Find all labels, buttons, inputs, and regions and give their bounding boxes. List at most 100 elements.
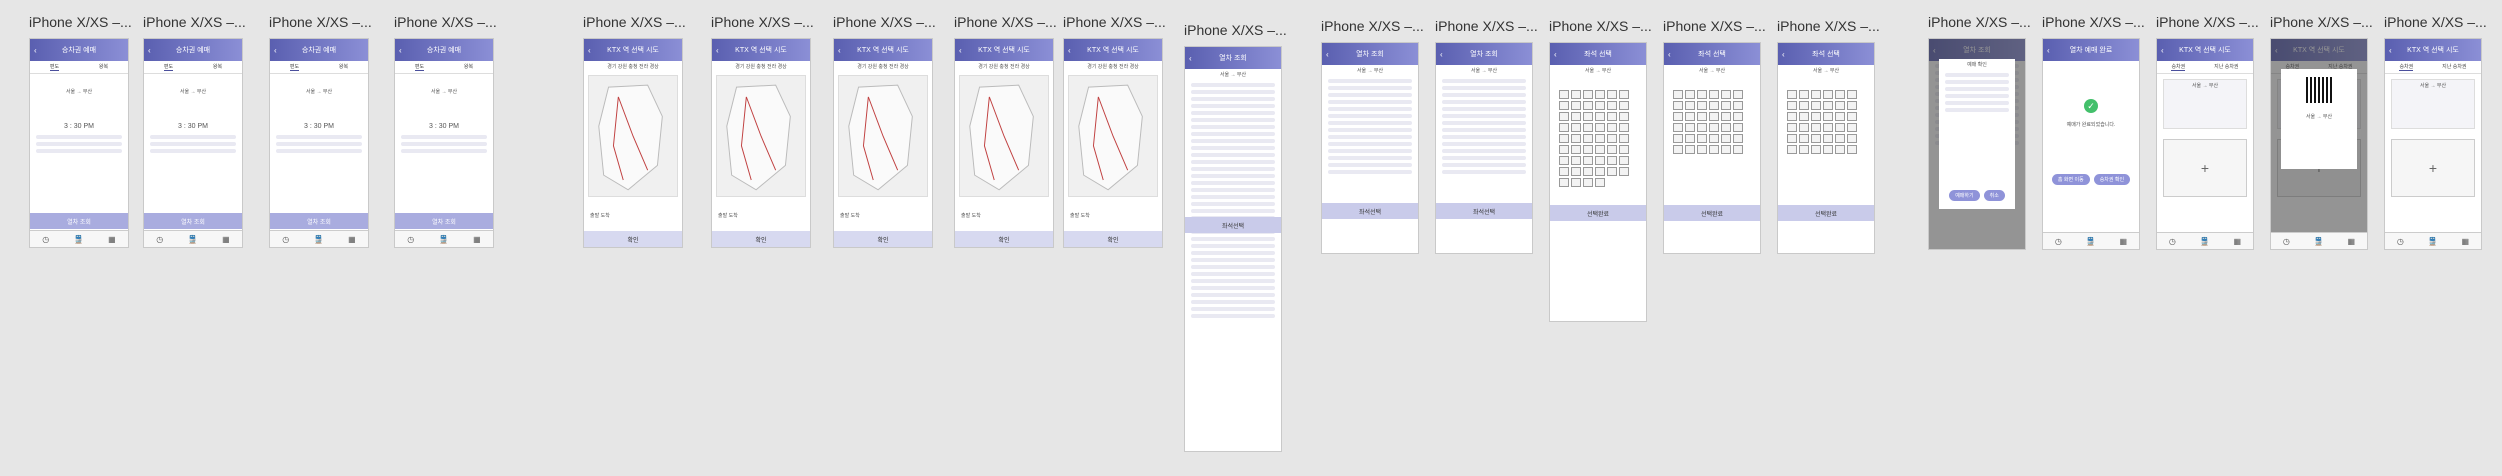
seat[interactable] [1619, 134, 1629, 143]
tab-tickets[interactable]: 승차권 [2171, 63, 2186, 71]
train-row[interactable] [1328, 149, 1412, 153]
train-row[interactable] [1191, 279, 1275, 283]
seat[interactable] [1571, 134, 1581, 143]
seat[interactable] [1823, 112, 1833, 121]
from-station[interactable]: 서울 [306, 89, 315, 95]
seat[interactable] [1823, 134, 1833, 143]
tab-one-way[interactable]: 편도 [289, 63, 300, 71]
confirm-button[interactable]: 확인 [955, 231, 1053, 247]
back-icon[interactable]: ‹ [1554, 50, 1557, 59]
seat[interactable] [1811, 101, 1821, 110]
seat[interactable] [1619, 123, 1629, 132]
select-done-button[interactable]: 선택완료 [1778, 205, 1874, 221]
seat[interactable] [1571, 90, 1581, 99]
seat[interactable] [1787, 145, 1797, 154]
train-row[interactable] [1191, 97, 1275, 101]
train-row[interactable] [1442, 121, 1526, 125]
seat[interactable] [1787, 112, 1797, 121]
train-row[interactable] [1328, 86, 1412, 90]
ticket-icon[interactable]: ▦ [108, 235, 116, 244]
seat[interactable] [1799, 112, 1809, 121]
seat[interactable] [1709, 101, 1719, 110]
train-row[interactable] [1191, 272, 1275, 276]
seat[interactable] [1673, 101, 1683, 110]
search-train-button[interactable]: 열차 조회 [144, 213, 242, 229]
ticket-icon[interactable]: ▦ [2462, 237, 2470, 246]
seat[interactable] [1835, 134, 1845, 143]
seat[interactable] [1733, 101, 1743, 110]
seat[interactable] [1571, 112, 1581, 121]
seat[interactable] [1583, 167, 1593, 176]
seat[interactable] [1619, 112, 1629, 121]
tab-tickets[interactable]: 승차권 [2399, 63, 2414, 71]
seat[interactable] [1685, 145, 1695, 154]
seat[interactable] [1559, 167, 1569, 176]
train-row[interactable] [1191, 202, 1275, 206]
train-row[interactable] [1191, 237, 1275, 241]
from-station[interactable]: 서울 [66, 89, 75, 95]
seat[interactable] [1811, 123, 1821, 132]
ticket-icon[interactable]: ▦ [2120, 237, 2128, 246]
seat[interactable] [1823, 123, 1833, 132]
train-row[interactable] [1328, 128, 1412, 132]
tab-one-way[interactable]: 편도 [163, 63, 174, 71]
train-row[interactable] [1328, 121, 1412, 125]
train-row[interactable] [1191, 174, 1275, 178]
confirm-button[interactable]: 확인 [1064, 231, 1162, 247]
train-row[interactable] [1442, 107, 1526, 111]
seat[interactable] [1733, 123, 1743, 132]
seat[interactable] [1847, 134, 1857, 143]
back-icon[interactable]: ‹ [1189, 54, 1192, 63]
time-picker[interactable]: 3 : 30 PM [395, 121, 493, 132]
train-row[interactable] [1442, 142, 1526, 146]
region-tabs[interactable]: 경기 강원 충청 전라 경상 [1064, 61, 1162, 72]
train-row[interactable] [1191, 83, 1275, 87]
station-map[interactable] [1068, 75, 1158, 197]
seat[interactable] [1595, 167, 1605, 176]
seat[interactable] [1619, 90, 1629, 99]
tab-one-way[interactable]: 편도 [414, 63, 425, 71]
time-picker[interactable]: 3 : 30 PM [30, 121, 128, 132]
time-picker[interactable]: 3 : 30 PM [144, 121, 242, 132]
seat[interactable] [1721, 101, 1731, 110]
train-row[interactable] [1191, 111, 1275, 115]
train-row[interactable] [1328, 107, 1412, 111]
seat[interactable] [1583, 112, 1593, 121]
train-row[interactable] [1328, 79, 1412, 83]
back-icon[interactable]: ‹ [588, 46, 591, 55]
seat[interactable] [1595, 145, 1605, 154]
cancel-button[interactable]: 취소 [1983, 190, 2005, 201]
clock-icon[interactable]: ◷ [2283, 237, 2290, 246]
train-icon[interactable]: 🚆 [74, 235, 84, 244]
seat[interactable] [1619, 101, 1629, 110]
back-icon[interactable]: ‹ [838, 46, 841, 55]
tab-past-tickets[interactable]: 지난 승차권 [2442, 63, 2466, 71]
ticket-icon[interactable]: ▦ [2234, 237, 2242, 246]
select-done-button[interactable]: 선택완료 [1550, 205, 1646, 221]
seat[interactable] [1607, 156, 1617, 165]
seat[interactable] [1697, 145, 1707, 154]
to-station[interactable]: 부산 [83, 89, 92, 95]
from-station[interactable]: 서울 [180, 89, 189, 95]
seat[interactable] [1559, 134, 1569, 143]
clock-icon[interactable]: ◷ [2055, 237, 2062, 246]
train-row[interactable] [1191, 314, 1275, 318]
station-map[interactable] [716, 75, 806, 197]
back-icon[interactable]: ‹ [716, 46, 719, 55]
seat[interactable] [1595, 101, 1605, 110]
seat[interactable] [1583, 145, 1593, 154]
seat[interactable] [1595, 90, 1605, 99]
ticket-card[interactable]: 서울 → 부산 [2163, 79, 2247, 129]
seat[interactable] [1571, 156, 1581, 165]
back-icon[interactable]: ‹ [1782, 50, 1785, 59]
train-row[interactable] [1442, 79, 1526, 83]
train-icon[interactable]: 🚆 [2314, 237, 2324, 246]
to-station[interactable]: 부산 [448, 89, 457, 95]
clock-icon[interactable]: ◷ [2397, 237, 2404, 246]
train-row[interactable] [1191, 132, 1275, 136]
back-icon[interactable]: ‹ [2389, 46, 2392, 55]
tab-round-trip[interactable]: 왕복 [464, 63, 473, 71]
search-train-button[interactable]: 열차 조회 [30, 213, 128, 229]
search-train-button[interactable]: 열차 조회 [395, 213, 493, 229]
seat[interactable] [1709, 112, 1719, 121]
